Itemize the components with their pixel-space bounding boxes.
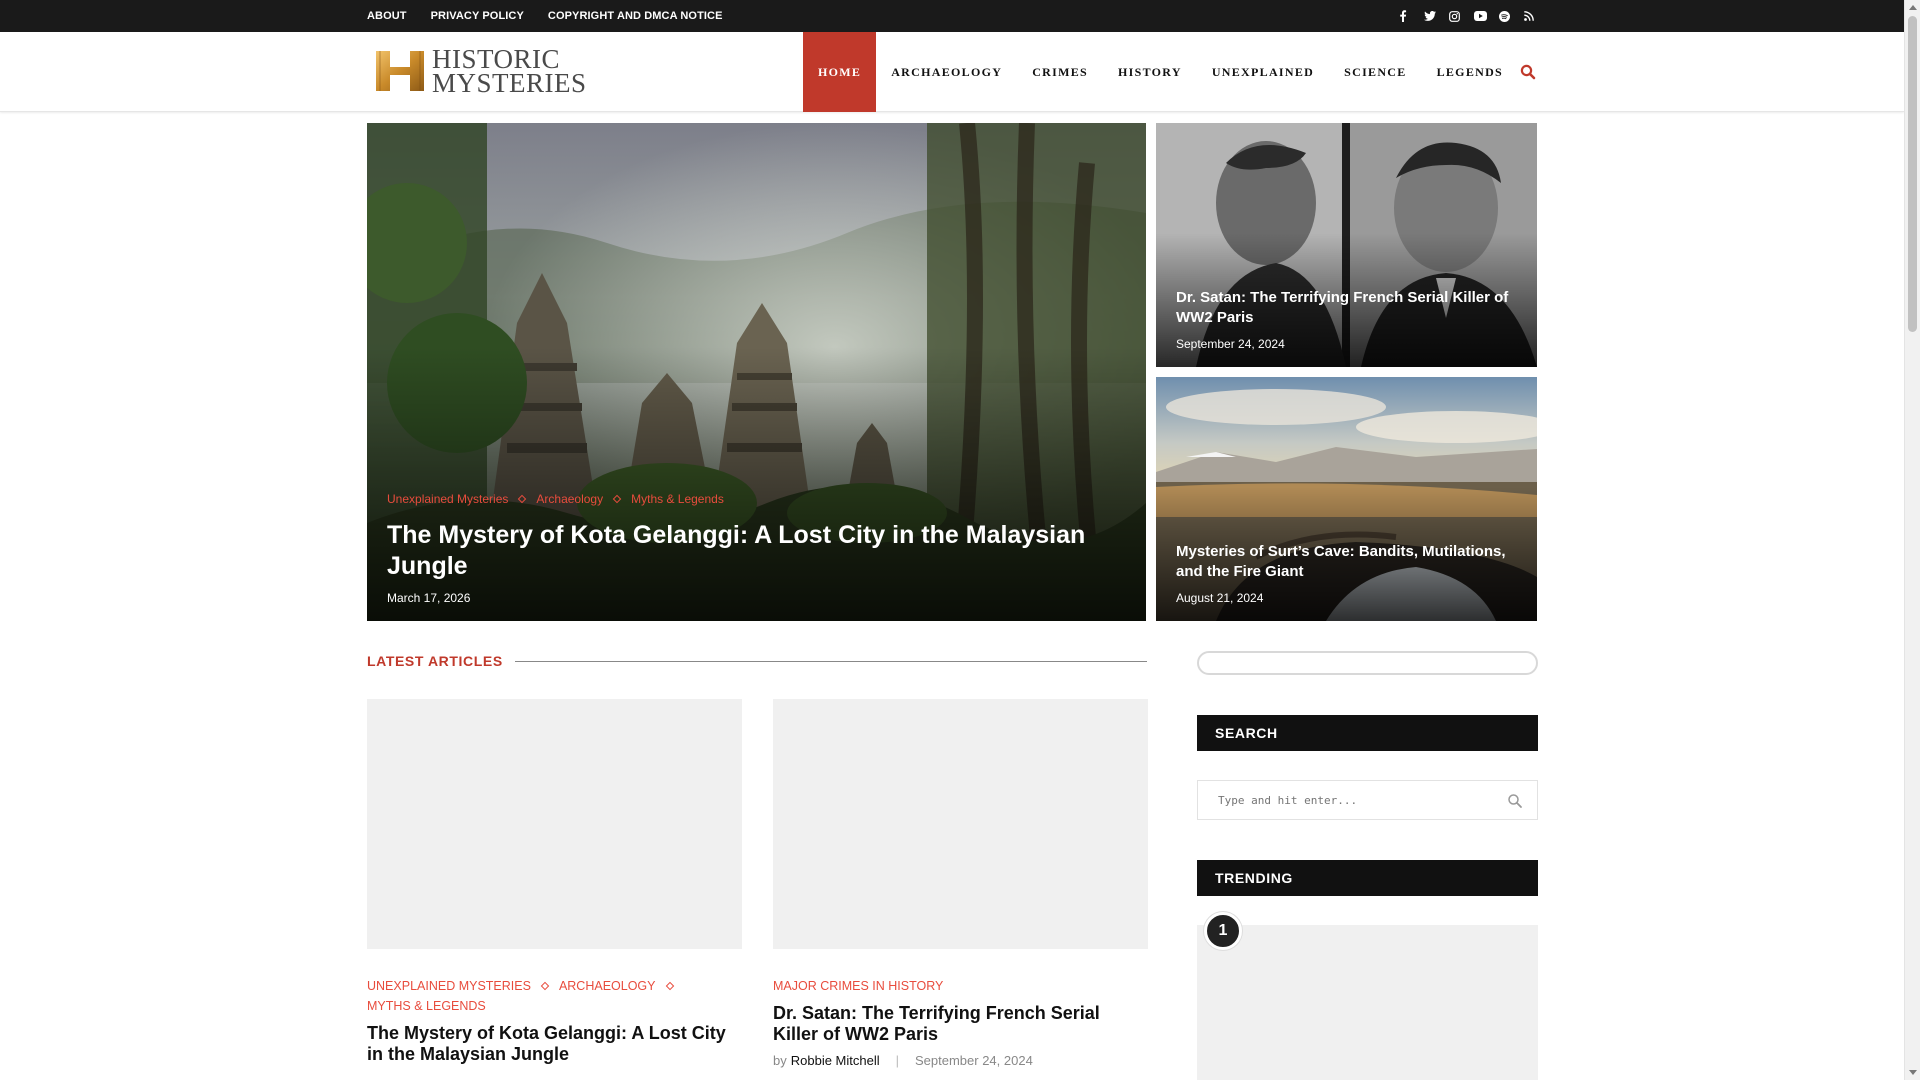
category-link[interactable]: Myths & Legends: [631, 492, 724, 506]
meta-separator: |: [895, 1053, 899, 1068]
main-nav: HOME ARCHAEOLOGY CRIMES HISTORY UNEXPLAI…: [803, 32, 1518, 112]
nav-history[interactable]: HISTORY: [1103, 32, 1197, 112]
latest-articles-title: LATEST ARTICLES: [367, 653, 503, 669]
sidebar-search-input[interactable]: [1198, 781, 1488, 819]
hero-side-article-1[interactable]: Dr. Satan: The Terrifying French Serial …: [1156, 123, 1537, 367]
hero-main-date: March 17, 2026: [387, 591, 471, 605]
spotify-icon[interactable]: [1499, 10, 1513, 22]
latest-articles-heading: LATEST ARTICLES: [367, 652, 1147, 670]
hero-side-article-2[interactable]: Mysteries of Surt’s Cave: Bandits, Mutil…: [1156, 377, 1537, 621]
sidebar-search-box: [1197, 780, 1538, 820]
hero-main-title[interactable]: The Mystery of Kota Gelanggi: A Lost Cit…: [387, 520, 1126, 582]
scroll-down-arrow-icon[interactable]: [1909, 1070, 1917, 1075]
hero-main-article[interactable]: Unexplained Mysteries Archaeology Myths …: [367, 123, 1146, 621]
trending-widget-heading: TRENDING: [1197, 860, 1538, 896]
search-widget-heading: SEARCH: [1197, 715, 1538, 751]
logo-h-mark-icon: [374, 47, 426, 95]
nav-legends[interactable]: LEGENDS: [1422, 32, 1518, 112]
twitter-icon[interactable]: [1424, 11, 1438, 21]
sidebar-pill-widget[interactable]: [1197, 651, 1538, 675]
heading-divider: [514, 660, 1147, 662]
hero-side-2-date: August 21, 2024: [1176, 591, 1264, 605]
privacy-policy-link[interactable]: PRIVACY POLICY: [431, 10, 524, 22]
site-header: HISTORIC MYSTERIES HOME ARCHAEOLOGY CRIM…: [0, 32, 1904, 112]
social-icons: [1399, 0, 1538, 32]
nav-unexplained[interactable]: UNEXPLAINED: [1197, 32, 1329, 112]
scroll-up-arrow-icon[interactable]: [1909, 5, 1917, 10]
article-date: September 24, 2024: [915, 1053, 1033, 1068]
category-separator: [518, 494, 527, 504]
article-meta: by Robbie Mitchell | September 24, 2024: [773, 1053, 1148, 1068]
category-link[interactable]: Unexplained Mysteries: [387, 492, 508, 506]
article-thumbnail[interactable]: [773, 699, 1148, 949]
nav-science[interactable]: SCIENCE: [1329, 32, 1421, 112]
hero-main-caption: Unexplained Mysteries Archaeology Myths …: [387, 492, 1126, 605]
logo-wordmark: HISTORIC MYSTERIES: [432, 46, 587, 98]
category-link[interactable]: MAJOR CRIMES IN HISTORY: [773, 979, 943, 993]
rss-icon[interactable]: [1524, 11, 1538, 21]
scrollbar-thumb[interactable]: [1908, 16, 1917, 332]
by-label: by: [773, 1053, 787, 1068]
article-thumbnail[interactable]: [367, 699, 742, 949]
category-separator: [540, 981, 550, 991]
top-links: ABOUT PRIVACY POLICY COPYRIGHT AND DMCA …: [367, 0, 723, 32]
article-title[interactable]: Dr. Satan: The Terrifying French Serial …: [773, 1003, 1148, 1045]
youtube-icon[interactable]: [1474, 11, 1488, 21]
hero-side-1-date: September 24, 2024: [1176, 337, 1285, 351]
logo-line-2: MYSTERIES: [432, 68, 587, 98]
nav-search-icon[interactable]: [1519, 63, 1537, 81]
trending-rank-badge: 1: [1204, 912, 1242, 950]
article-categories: MAJOR CRIMES IN HISTORY: [773, 979, 1148, 993]
hero-side-2-caption: Mysteries of Surt’s Cave: Bandits, Mutil…: [1176, 542, 1517, 605]
article-card-2[interactable]: MAJOR CRIMES IN HISTORY Dr. Satan: The T…: [773, 699, 1148, 1068]
category-separator: [612, 494, 622, 504]
top-bar: ABOUT PRIVACY POLICY COPYRIGHT AND DMCA …: [0, 0, 1904, 32]
about-link[interactable]: ABOUT: [367, 10, 407, 22]
category-link[interactable]: ARCHAEOLOGY: [559, 979, 656, 993]
nav-archaeology[interactable]: ARCHAEOLOGY: [876, 32, 1017, 112]
article-categories: UNEXPLAINED MYSTERIES ARCHAEOLOGY MYTHS …: [367, 979, 742, 1013]
category-link[interactable]: MYTHS & LEGENDS: [367, 999, 486, 1013]
nav-crimes[interactable]: CRIMES: [1017, 32, 1103, 112]
hero-main-categories: Unexplained Mysteries Archaeology Myths …: [387, 492, 1126, 506]
search-icon[interactable]: [1507, 793, 1523, 809]
instagram-icon[interactable]: [1449, 10, 1463, 22]
category-link[interactable]: UNEXPLAINED MYSTERIES: [367, 979, 531, 993]
article-card-1[interactable]: UNEXPLAINED MYSTERIES ARCHAEOLOGY MYTHS …: [367, 699, 742, 1065]
trending-thumbnail[interactable]: [1197, 925, 1538, 1080]
hero-side-1-title[interactable]: Dr. Satan: The Terrifying French Serial …: [1176, 288, 1517, 328]
page-scrollbar[interactable]: [1904, 0, 1920, 1080]
author-link[interactable]: Robbie Mitchell: [791, 1053, 880, 1068]
hero-side-2-title[interactable]: Mysteries of Surt’s Cave: Bandits, Mutil…: [1176, 542, 1517, 582]
nav-home[interactable]: HOME: [803, 32, 877, 112]
category-link[interactable]: Archaeology: [536, 492, 603, 506]
site-logo[interactable]: HISTORIC MYSTERIES: [374, 44, 586, 98]
article-title[interactable]: The Mystery of Kota Gelanggi: A Lost Cit…: [367, 1023, 742, 1065]
copyright-dmca-link[interactable]: COPYRIGHT AND DMCA NOTICE: [548, 10, 723, 22]
category-separator: [665, 981, 674, 991]
hero-side-1-caption: Dr. Satan: The Terrifying French Serial …: [1176, 288, 1517, 351]
facebook-icon[interactable]: [1399, 10, 1413, 22]
